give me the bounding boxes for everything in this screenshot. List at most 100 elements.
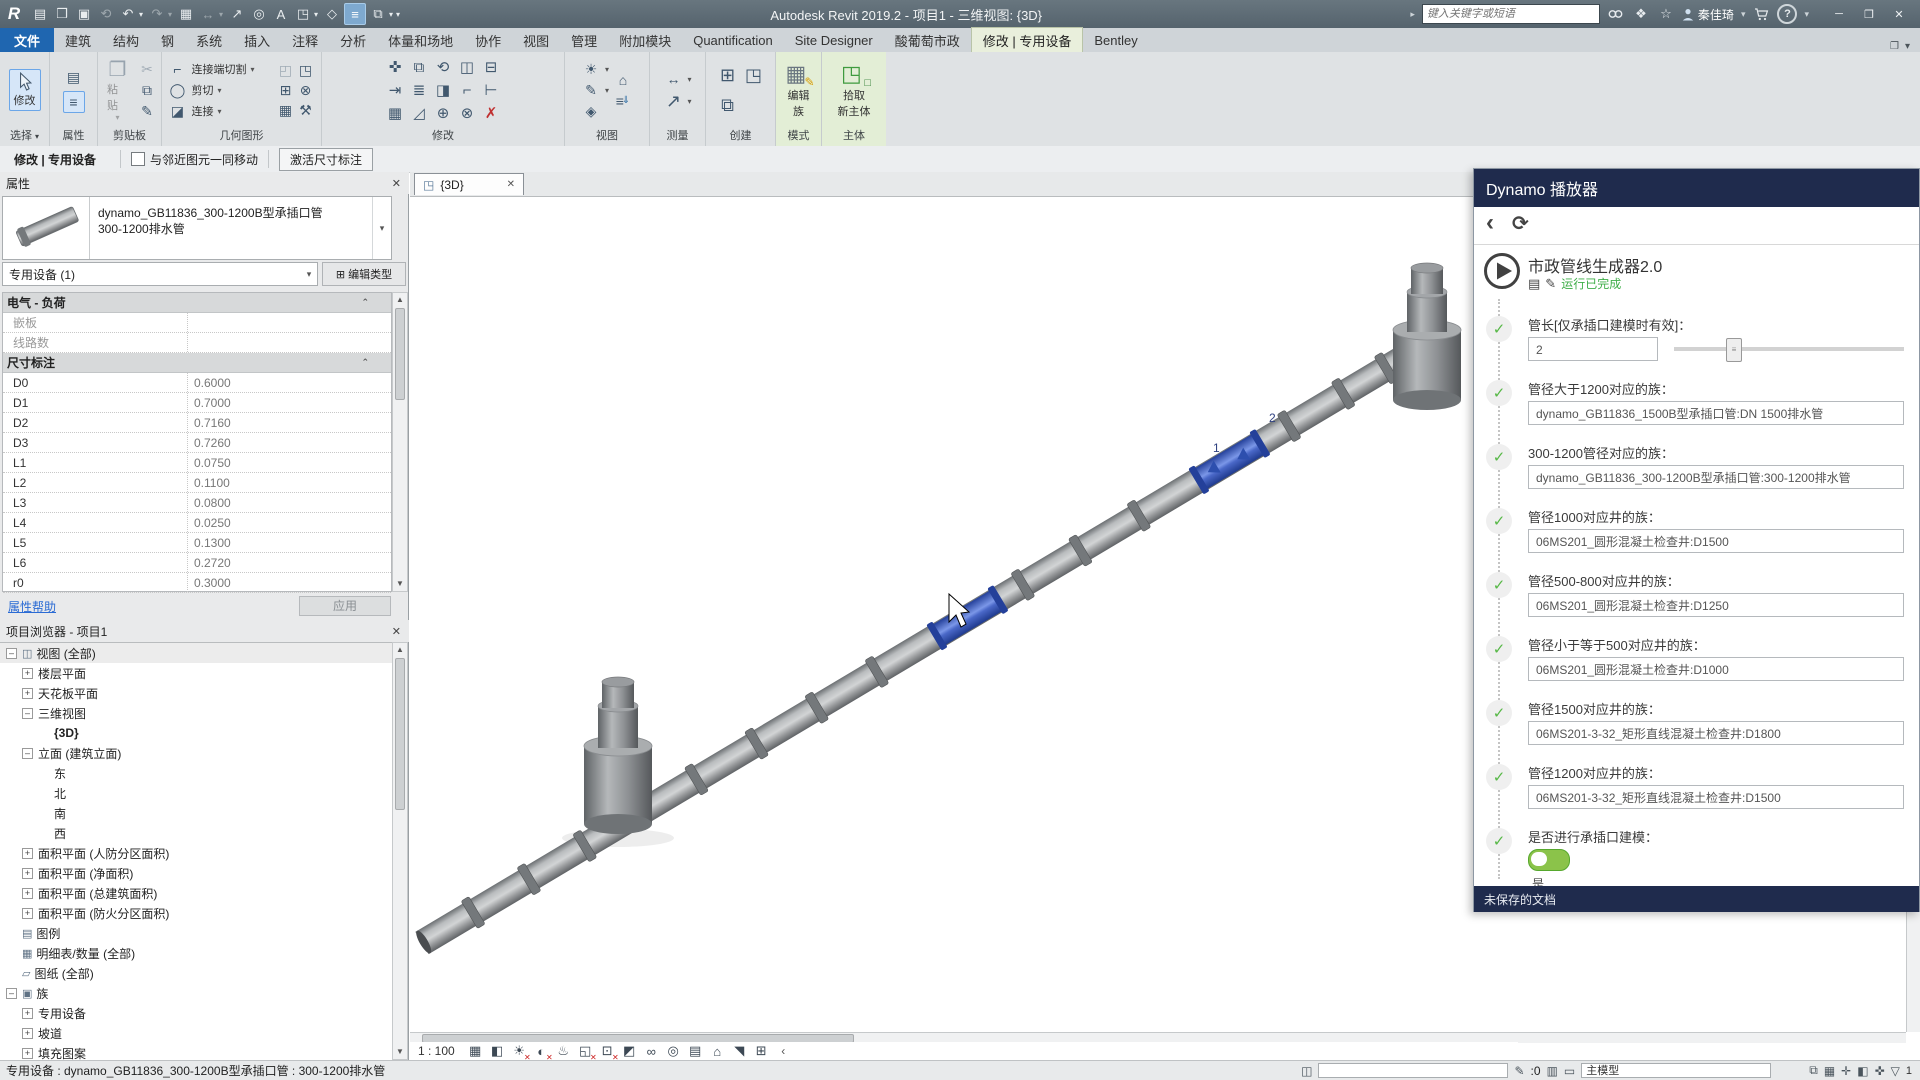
manhole-well-upper[interactable] bbox=[1393, 263, 1461, 410]
tree-area-civil-defense[interactable]: + 面积平面 (人防分区面积) bbox=[0, 843, 392, 863]
view-tab-3d[interactable]: ◳ {3D} ✕ bbox=[414, 173, 524, 195]
unpin-icon[interactable]: ⊗ bbox=[455, 102, 479, 125]
prop-row-D2[interactable]: D2 0.7160 bbox=[3, 413, 391, 433]
user-menu-caret-icon[interactable]: ▾ bbox=[1741, 9, 1746, 20]
tree-families[interactable]: – ▣ 族 bbox=[0, 983, 392, 1003]
prop-row-D1[interactable]: D1 0.7000 bbox=[3, 393, 391, 413]
properties-scrollbar[interactable]: ▲ ▼ bbox=[392, 292, 408, 592]
select-underlay-toggle-icon[interactable]: ▦ bbox=[1824, 1064, 1835, 1078]
help-icon[interactable]: ? bbox=[1777, 4, 1797, 24]
tree-expander-icon[interactable]: – bbox=[22, 748, 33, 759]
tree-family-specialty-equipment[interactable]: + 专用设备 bbox=[0, 1003, 392, 1023]
field-value-input[interactable]: 06MS201_圆形混凝土检查井:D1000 bbox=[1528, 657, 1904, 681]
infocenter-collapse-icon[interactable]: ▸ bbox=[1410, 9, 1415, 20]
move-icon[interactable]: ✜ bbox=[383, 56, 407, 79]
tree-expander-icon[interactable]: + bbox=[22, 868, 33, 879]
active-workset-input[interactable] bbox=[1318, 1063, 1508, 1078]
sun-path-icon[interactable]: ☀ bbox=[510, 1043, 529, 1059]
prop-row-L2[interactable]: L2 0.1100 bbox=[3, 473, 391, 493]
unjoin-icon[interactable]: ⊞ bbox=[276, 80, 296, 100]
tree-expander-icon[interactable]: + bbox=[22, 1028, 33, 1039]
cut-geometry-button[interactable]: ◯剪切▾ bbox=[168, 80, 272, 100]
tab-modify-context[interactable]: 修改 | 专用设备 bbox=[971, 27, 1084, 52]
tab-suanputao-municipal[interactable]: 酸葡萄市政 bbox=[884, 28, 971, 52]
tree-expander-icon[interactable]: + bbox=[22, 908, 33, 919]
prop-row-L1[interactable]: L1 0.0750 bbox=[3, 453, 391, 473]
text-icon[interactable]: A bbox=[271, 4, 291, 24]
tree-expander-icon[interactable]: + bbox=[22, 1048, 33, 1059]
communication-center-icon[interactable]: ❖ bbox=[1632, 5, 1650, 23]
tree-expander-icon[interactable]: + bbox=[22, 1008, 33, 1019]
scale-icon[interactable]: ◿ bbox=[407, 102, 431, 125]
tab-quantification[interactable]: Quantification bbox=[682, 28, 784, 52]
tab-manage[interactable]: 管理 bbox=[560, 28, 608, 52]
prop-section-electrical[interactable]: 电气 - 负荷 bbox=[3, 293, 391, 313]
tab-steel[interactable]: 钢 bbox=[150, 28, 185, 52]
field-value-input[interactable]: 06MS201-3-32_矩形直线混凝土检查井:D1500 bbox=[1528, 785, 1904, 809]
override-graphics-button[interactable]: ✎▾ bbox=[581, 80, 609, 100]
tree-elevation-east[interactable]: 东 bbox=[0, 763, 392, 783]
cut-icon[interactable]: ✂ bbox=[137, 59, 157, 79]
prop-row-panel[interactable]: 嵌板 bbox=[3, 313, 391, 333]
visual-style-icon[interactable]: ◧ bbox=[488, 1043, 507, 1059]
select-pinned-toggle-icon[interactable]: ✛ bbox=[1841, 1064, 1851, 1078]
tree-views-all[interactable]: – ◫ 视图 (全部) bbox=[0, 643, 392, 663]
filter-icon[interactable]: ▽ bbox=[1891, 1064, 1900, 1078]
tree-expander-icon[interactable]: + bbox=[22, 888, 33, 899]
apply-button[interactable]: 应用 bbox=[299, 596, 391, 616]
print-icon[interactable]: ▦ bbox=[176, 4, 196, 24]
pin-icon[interactable]: ⊕ bbox=[431, 102, 455, 125]
cope-button[interactable]: ⌐连接端切割▾ bbox=[168, 59, 272, 79]
ribbon-cycle-icon[interactable]: ❐ bbox=[1890, 41, 1899, 52]
paste-button[interactable]: ❐ 粘贴 ▾ bbox=[102, 56, 133, 125]
reveal-hidden-elements-icon[interactable]: ◎ bbox=[664, 1043, 683, 1059]
tab-addins[interactable]: 附加模块 bbox=[608, 28, 682, 52]
select-by-face-toggle-icon[interactable]: ◧ bbox=[1857, 1064, 1868, 1078]
switch-join-order-icon[interactable]: ⊗ bbox=[296, 80, 316, 100]
tree-floor-plans[interactable]: + 楼层平面 bbox=[0, 663, 392, 683]
viewbar-expand-icon[interactable]: ‹ bbox=[774, 1043, 793, 1059]
field-value-input[interactable]: 06MS201_圆形混凝土检查井:D1500 bbox=[1528, 529, 1904, 553]
move-with-nearby-checkbox[interactable]: 与邻近图元一同移动 bbox=[131, 151, 258, 168]
tab-site-designer[interactable]: Site Designer bbox=[784, 28, 884, 52]
tree-3d-views[interactable]: – 三维视图 bbox=[0, 703, 392, 723]
view-tab-close-icon[interactable]: ✕ bbox=[507, 179, 515, 190]
rotate-icon[interactable]: ⟲ bbox=[431, 56, 455, 79]
properties-help-link[interactable]: 属性帮助 bbox=[8, 598, 56, 615]
type-selector-caret-icon[interactable]: ▾ bbox=[372, 197, 391, 259]
options-icon[interactable]: ▭ bbox=[1564, 1064, 1575, 1078]
measure-icon[interactable]: ↔ bbox=[198, 4, 218, 24]
demolish-icon[interactable]: ⚒ bbox=[296, 100, 316, 120]
copy-element-icon[interactable]: ⧉ bbox=[407, 56, 431, 79]
delete-icon[interactable]: ✗ bbox=[479, 102, 503, 125]
hide-elements-icon[interactable]: ≡⇓ bbox=[613, 91, 633, 111]
mirror-draw-axis-icon[interactable]: ◨ bbox=[431, 79, 455, 102]
prop-row-L3[interactable]: L3 0.0800 bbox=[3, 493, 391, 513]
extend-icon[interactable]: ⊢ bbox=[479, 79, 503, 102]
type-selector[interactable]: dynamo_GB11836_300-1200B型承插口管 300-1200排水… bbox=[2, 196, 392, 260]
tab-bentley[interactable]: Bentley bbox=[1083, 28, 1148, 52]
split-element-icon[interactable]: ⊟ bbox=[479, 56, 503, 79]
prop-section-dimensions[interactable]: 尺寸标注 bbox=[3, 353, 391, 373]
analytical-model-icon[interactable]: ⌂ bbox=[708, 1043, 727, 1059]
beam-joins-icon[interactable]: ◳ bbox=[296, 60, 316, 80]
undo-icon[interactable]: ↶ bbox=[118, 4, 138, 24]
tab-analyze[interactable]: 分析 bbox=[329, 28, 377, 52]
open-icon[interactable]: ❒ bbox=[52, 4, 72, 24]
pick-new-host-button[interactable]: ◳□ 拾取 新主体 bbox=[833, 58, 876, 122]
prop-row-r0[interactable]: r0 0.3000 bbox=[3, 573, 391, 593]
tree-family-fill-patterns[interactable]: + 填充图案 bbox=[0, 1043, 392, 1061]
aligned-dimension-icon[interactable]: ↗ bbox=[227, 4, 247, 24]
visibility-button[interactable]: ☀▾ bbox=[581, 59, 609, 79]
prop-row-L6[interactable]: L6 0.2720 bbox=[3, 553, 391, 573]
tree-expander-icon[interactable]: – bbox=[6, 648, 17, 659]
field-toggle[interactable] bbox=[1528, 849, 1570, 871]
temporary-view-properties-icon[interactable]: ▤ bbox=[686, 1043, 705, 1059]
field-value-input[interactable]: dynamo_GB11836_1500B型承插口管:DN 1500排水管 bbox=[1528, 401, 1904, 425]
drag-on-selection-toggle-icon[interactable]: ✜ bbox=[1875, 1064, 1885, 1078]
tag-icon[interactable]: ◎ bbox=[249, 4, 269, 24]
tree-area-gross[interactable]: + 面积平面 (总建筑面积) bbox=[0, 883, 392, 903]
select-links-toggle-icon[interactable]: ⧉ bbox=[1809, 1063, 1818, 1078]
tab-insert[interactable]: 插入 bbox=[233, 28, 281, 52]
tree-expander-icon[interactable]: + bbox=[22, 848, 33, 859]
